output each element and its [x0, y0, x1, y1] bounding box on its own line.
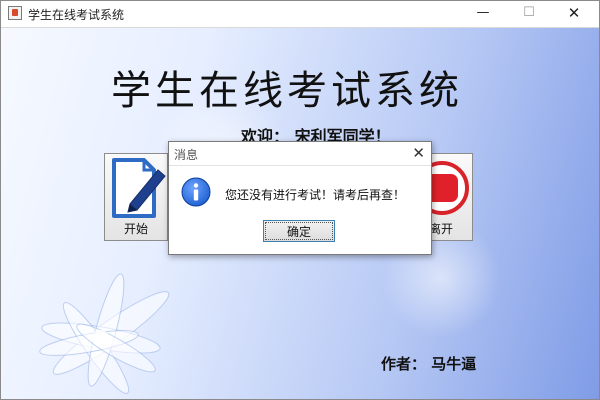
flower-decoration	[39, 273, 170, 394]
info-icon	[181, 177, 211, 207]
window-titlebar[interactable]: 学生在线考试系统 — ☐ ✕	[1, 1, 599, 28]
start-button[interactable]: 开始	[104, 153, 168, 241]
dialog-title: 消息	[174, 148, 199, 162]
app-heading: 学生在线考试系统	[111, 68, 463, 114]
dialog-message: 您还没有进行考试！请考后再查！	[225, 188, 406, 202]
window-title: 学生在线考试系统	[28, 8, 125, 22]
dialog-titlebar[interactable]: 消息 ✕	[169, 142, 431, 166]
java-app-icon	[8, 6, 22, 20]
dialog-close-button[interactable]: ✕	[412, 143, 425, 163]
close-button[interactable]: ✕	[564, 4, 584, 22]
minimize-button[interactable]: —	[473, 4, 493, 22]
ok-button[interactable]: 确定	[263, 220, 335, 242]
message-dialog: 消息 ✕ 您还没有进行考试！请考后再查！ 确定	[168, 141, 432, 255]
document-pencil-icon	[112, 158, 166, 218]
dialog-body: 您还没有进行考试！请考后再查！ 确定	[169, 166, 431, 254]
maximize-button[interactable]: ☐	[519, 4, 539, 22]
start-button-label: 开始	[123, 222, 148, 236]
author-credit: 作者： 马牛逼	[381, 355, 477, 373]
